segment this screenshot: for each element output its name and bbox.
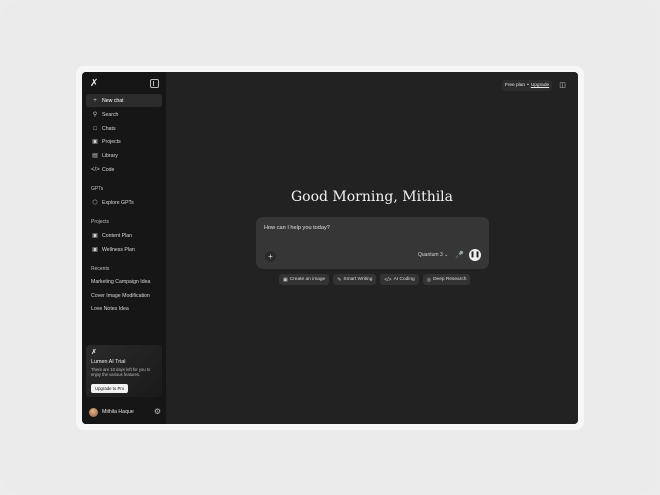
microphone-icon[interactable]: 🎤 (455, 251, 464, 259)
prompt-input[interactable]: How can I help you today? (264, 225, 330, 231)
code-icon: </> (91, 166, 100, 173)
folder-icon: ▣ (92, 139, 98, 145)
cube-icon: ⬡ (92, 200, 98, 206)
chevron-down-icon: ⌄ (444, 252, 449, 258)
folder-icon: ▣ (92, 247, 98, 253)
suggestion-chips: ▣ Create an image ✎ Smart Writing </> AI… (279, 274, 471, 285)
gear-icon[interactable]: ⚙ (154, 407, 161, 417)
upgrade-link[interactable]: Upgrade (531, 83, 549, 88)
sidebar: ✗ + New chat ⚲ Search □ Chats ▣ Projects… (82, 72, 166, 424)
pen-icon: ✎ (337, 276, 342, 283)
plan-badge[interactable]: Free plan • Upgrade (502, 80, 552, 91)
plan-text: Free plan (504, 83, 526, 88)
sidebar-item-content-plan[interactable]: ▣ Content Plan (86, 229, 162, 242)
sidebar-item-label: New chat (102, 97, 124, 104)
sidebar-item-label: Content Plan (102, 232, 132, 239)
sidebar-item-search[interactable]: ⚲ Search (86, 108, 162, 121)
model-label: Quantum 3 (418, 252, 443, 258)
sidebar-item-new-chat[interactable]: + New chat (86, 94, 162, 107)
image-icon: ▣ (283, 276, 288, 283)
sidebar-item-chats[interactable]: □ Chats (86, 122, 162, 135)
recent-chat-item[interactable]: Love Notes Idea (91, 306, 129, 312)
code-icon: </> (384, 276, 392, 283)
prompt-box[interactable]: How can I help you today? + Quantum 3 ⌄ … (256, 217, 489, 269)
recent-chat-item[interactable]: Cover Image Modification (91, 293, 150, 299)
user-name: Mithila Haque (102, 409, 134, 415)
app-window: ✗ + New chat ⚲ Search □ Chats ▣ Projects… (82, 72, 578, 424)
sidebar-item-label: Search (102, 111, 119, 118)
upgrade-to-pro-button[interactable]: Upgrade to Pro (91, 384, 129, 393)
plan-separator: • (527, 83, 529, 88)
greeting-heading: Good Morning, Mithila (290, 189, 454, 205)
section-heading-projects: Projects (91, 219, 110, 225)
chat-bubble-icon: □ (93, 125, 97, 132)
voice-send-icon[interactable]: ❚❚ (469, 249, 481, 261)
sidebar-item-label: Explore GPTs (102, 199, 134, 206)
main-content: Free plan • Upgrade ◫ Good Morning, Mith… (166, 72, 578, 424)
sidebar-item-wellness-plan[interactable]: ▣ Wellness Plan (86, 243, 162, 256)
layout-icon[interactable]: ◫ (558, 81, 567, 90)
sidebar-item-label: Projects (102, 138, 121, 145)
plus-icon: + (93, 97, 97, 104)
trial-card: ✗ Lumen AI Trial There are 10 days left … (86, 345, 162, 397)
sidebar-item-label: Library (102, 152, 118, 159)
chip-create-image[interactable]: ▣ Create an image (279, 274, 330, 285)
model-selector[interactable]: Quantum 3 ⌄ (418, 252, 448, 258)
chip-ai-coding[interactable]: </> AI Coding (380, 274, 419, 285)
search-icon: ⚲ (92, 112, 98, 118)
globe-icon: ◎ (426, 276, 432, 283)
folder-icon: ▣ (92, 233, 98, 239)
chip-deep-research[interactable]: ◎ Deep Research (422, 274, 471, 285)
sidebar-item-code[interactable]: </> Code (86, 163, 162, 176)
chip-label: Deep Research (433, 277, 467, 282)
user-profile[interactable]: Mithila Haque ⚙ (86, 405, 162, 419)
trial-title: Lumen AI Trial (91, 359, 126, 365)
library-icon: ▤ (92, 153, 98, 159)
recent-chat-item[interactable]: Marketing Campaign Idea (91, 279, 150, 285)
chip-label: AI Coding (393, 277, 415, 282)
chip-smart-writing[interactable]: ✎ Smart Writing (333, 274, 377, 285)
sidebar-item-library[interactable]: ▤ Library (86, 149, 162, 162)
section-heading-recents: Recents (91, 266, 110, 272)
app-logo-icon: ✗ (91, 349, 97, 356)
sidebar-item-label: Wellness Plan (102, 246, 135, 253)
sidebar-toggle-icon[interactable] (150, 79, 159, 88)
trial-description: There are 10 days left for you to enjoy … (91, 367, 151, 377)
sidebar-item-explore-gpts[interactable]: ⬡ Explore GPTs (86, 196, 162, 209)
attach-plus-icon[interactable]: + (265, 251, 276, 262)
chip-label: Smart Writing (343, 277, 373, 282)
sidebar-item-projects[interactable]: ▣ Projects (86, 135, 162, 148)
app-logo-icon[interactable]: ✗ (90, 78, 102, 90)
sidebar-item-label: Chats (102, 125, 116, 132)
avatar (89, 407, 98, 417)
chip-label: Create an image (289, 277, 326, 282)
section-heading-gpts: GPTs (91, 186, 104, 192)
sidebar-item-label: Code (102, 166, 115, 173)
